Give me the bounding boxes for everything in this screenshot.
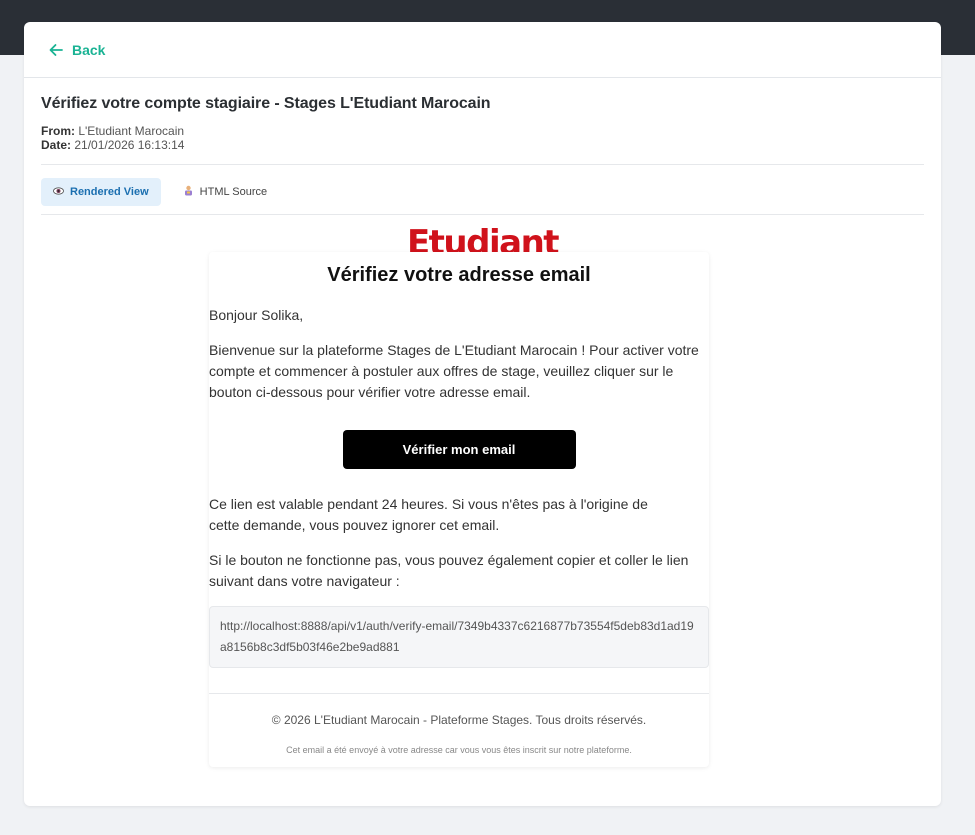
tab-label: Rendered View [70, 186, 149, 198]
tab-rendered-view[interactable]: Rendered View [41, 178, 161, 206]
date-line: Date: 21/01/2026 16:13:14 [41, 138, 924, 152]
eye-icon [53, 186, 64, 198]
fallback-paragraph: Si le bouton ne fonctionne pas, vous pou… [209, 552, 689, 589]
verification-link[interactable]: http://localhost:8888/api/v1/auth/verify… [209, 606, 709, 668]
message-meta: Vérifiez votre compte stagiaire - Stages… [24, 95, 941, 152]
from-label: From: [41, 124, 75, 138]
message-subject: Vérifiez votre compte stagiaire - Stages… [41, 95, 491, 112]
date-value: 21/01/2026 16:13:14 [74, 138, 185, 152]
date-label: Date: [41, 138, 72, 152]
email-body: Vérifiez votre adresse email Bonjour Sol… [209, 252, 709, 767]
copyright-text: © 2026 L'Etudiant Marocain - Plateforme … [271, 713, 647, 727]
from-line: From: L'Etudiant Marocain [41, 124, 924, 138]
email-title: Vérifiez votre adresse email [327, 264, 591, 286]
greeting: Bonjour Solika, [209, 307, 304, 323]
verify-email-button[interactable]: Vérifier mon email [342, 430, 576, 469]
footer-note: Cet email a été envoyé à votre adresse c… [286, 745, 632, 755]
back-button[interactable]: Back [48, 42, 105, 58]
view-tabs: Rendered View HTML Source [24, 165, 941, 206]
divider [41, 214, 924, 215]
tab-html-source[interactable]: HTML Source [171, 178, 279, 206]
validity-paragraph: Ce lien est valable pendant 24 heures. S… [209, 496, 648, 533]
divider [209, 693, 709, 694]
back-row: Back [24, 22, 941, 78]
intro-paragraph: Bienvenue sur la plateforme Stages de L'… [209, 342, 699, 400]
back-label: Back [72, 41, 106, 58]
code-icon [183, 185, 194, 199]
tab-label: HTML Source [199, 186, 268, 198]
arrow-left-icon [49, 43, 63, 56]
from-value: L'Etudiant Marocain [78, 124, 185, 138]
